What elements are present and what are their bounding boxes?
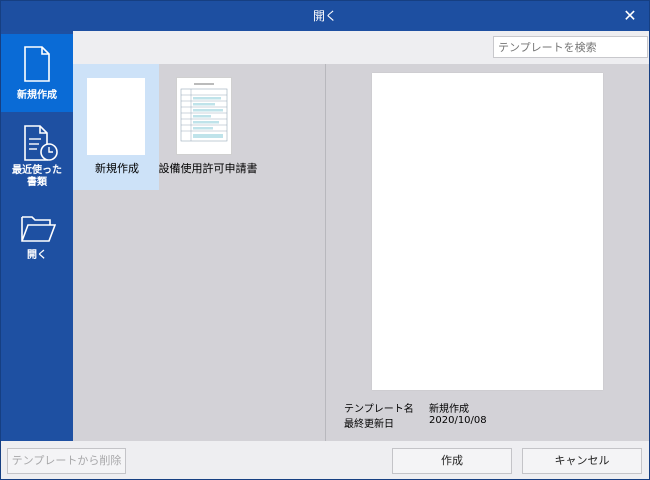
last-updated-label: 最終更新日 (344, 419, 394, 430)
dialog-title: 開く (312, 9, 337, 23)
template-name-value: 新規作成 (429, 404, 469, 415)
template-preview-page (372, 73, 603, 390)
sidebar-item-label-line2: 書類 (27, 177, 47, 188)
cancel-button[interactable]: キャンセル (522, 448, 642, 474)
last-updated-value: 2020/10/08 (429, 415, 487, 426)
template-gallery: 新規作成 設備使用許可申請書 (73, 64, 325, 441)
folder-open-icon (21, 216, 56, 242)
button-bar: テンプレートから削除 作成 キャンセル (1, 441, 649, 479)
new-document-icon (24, 46, 50, 82)
sidebar-item-label: 開く (27, 250, 47, 261)
delete-from-templates-button[interactable]: テンプレートから削除 (7, 448, 126, 474)
preview-pane: テンプレート名 新規作成 最終更新日 2020/10/08 (326, 64, 649, 441)
open-dialog: 開く ✕ 新規作成 最近使った 書類 開く テンプレートを検索 新規作成 設備使… (0, 0, 650, 480)
template-label: 設備使用許可申請書 (158, 162, 258, 175)
sidebar-item-new[interactable]: 新規作成 (1, 34, 73, 112)
sidebar-item-label: 新規作成 (17, 90, 57, 101)
create-button[interactable]: 作成 (392, 448, 512, 474)
title-bar: 開く ✕ (1, 1, 649, 31)
sidebar: 新規作成 最近使った 書類 開く (1, 31, 73, 441)
search-input[interactable] (493, 36, 648, 58)
template-thumbnail (176, 77, 232, 155)
template-name-label: テンプレート名 (344, 404, 414, 415)
close-icon[interactable]: ✕ (619, 5, 641, 27)
recent-documents-icon (24, 125, 58, 161)
form-preview-graphic (180, 83, 228, 142)
template-tile-facility-form[interactable]: 設備使用許可申請書 (159, 64, 258, 190)
sidebar-item-open[interactable]: 開く (1, 207, 73, 273)
template-thumbnail (87, 78, 145, 155)
template-tile-new[interactable]: 新規作成 (73, 64, 159, 190)
